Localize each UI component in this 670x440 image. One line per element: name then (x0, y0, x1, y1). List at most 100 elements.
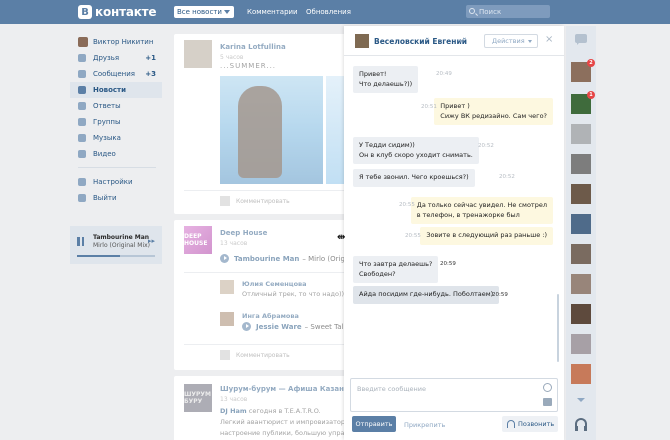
headset-icon[interactable] (575, 418, 587, 431)
actions-dropdown[interactable]: Действия (484, 34, 538, 48)
play-icon[interactable] (242, 322, 251, 331)
message-time: 20:52 (478, 143, 494, 149)
play-icon[interactable] (220, 254, 229, 263)
player-track-artist: Mirlo (Original Mix) (93, 242, 151, 249)
rail-avatar[interactable]: 2 (571, 59, 595, 82)
post-mention[interactable]: DJ Ham (220, 407, 247, 415)
rail-avatar[interactable] (571, 334, 591, 354)
comments-link[interactable]: Комментарии (247, 8, 298, 16)
rail-avatar[interactable] (571, 214, 591, 234)
emoji-icon[interactable] (543, 383, 552, 392)
sidebar-item-replies[interactable]: Ответы (70, 98, 162, 114)
audio-track[interactable]: Jessie Ware – Sweet Talk (242, 322, 348, 331)
rail-avatar[interactable] (571, 154, 591, 174)
sidebar-item-label: Музыка (93, 134, 121, 142)
search-input[interactable]: Поиск (466, 5, 550, 18)
vk-logo[interactable]: В контакте (78, 4, 157, 20)
comment-author[interactable]: Юлия Семенцова (242, 280, 307, 288)
close-icon[interactable]: × (545, 35, 553, 45)
chevron-down-icon (224, 10, 230, 14)
photo-icon[interactable] (543, 398, 552, 406)
post-author-avatar[interactable] (184, 40, 212, 68)
rail-avatar[interactable] (571, 274, 591, 294)
sidebar-item-music[interactable]: Музыка (70, 130, 162, 146)
comment-author[interactable]: Инга Абрамова (242, 312, 299, 320)
message-input-placeholder: Введите сообщение (357, 385, 426, 393)
message-input[interactable]: Введите сообщение (350, 378, 558, 412)
rail-avatar[interactable] (571, 364, 591, 384)
post-photo[interactable] (220, 76, 323, 184)
news-filter-dropdown[interactable]: Все новости (174, 6, 234, 18)
avatar (220, 350, 230, 360)
sidebar-item-friends[interactable]: Друзья +1 (70, 50, 162, 66)
news-filter-label: Все новости (177, 8, 222, 16)
rail-avatar[interactable] (571, 304, 591, 324)
sidebar-item-logout[interactable]: Выйти (70, 190, 162, 206)
post-author[interactable]: Шурум-бурум — Афиша Казани (220, 385, 349, 393)
photo-figure (238, 86, 282, 178)
avatar (78, 37, 88, 47)
message-time: 20:55 (399, 202, 415, 208)
avatar[interactable] (220, 280, 234, 294)
post-author[interactable]: Deep House (220, 229, 267, 237)
comment-label: Комментировать (236, 351, 290, 359)
post-author[interactable]: Karina Lotfullina (220, 43, 286, 51)
comment-row[interactable]: Комментировать (220, 196, 290, 206)
next-track-icon[interactable]: ▸▸ (148, 237, 155, 245)
news-feed: Karina Lotfullina 5 часов ...SUMMER... К… (174, 34, 385, 440)
sidebar-item-label: Видео (93, 150, 116, 158)
sidebar-item-profile[interactable]: Виктор Никитин (70, 34, 162, 50)
messages-icon (78, 70, 86, 78)
rail-avatar[interactable] (571, 184, 591, 204)
avatar[interactable] (220, 312, 234, 326)
sidebar-item-messages[interactable]: Сообщения +3 (70, 66, 162, 82)
sidebar-item-settings[interactable]: Настройки (70, 174, 162, 190)
chat-rail: 2 1 (566, 26, 596, 440)
rail-avatar[interactable] (571, 244, 591, 264)
comment-row[interactable]: Комментировать (220, 350, 290, 360)
sidebar-item-label: Друзья (93, 54, 120, 62)
chat-window: Веселовский Евгений Действия × Привет! Чт… (344, 26, 564, 440)
post-time: 5 часов (220, 54, 244, 61)
post-divider (184, 344, 346, 345)
player-progress-bar[interactable] (77, 255, 155, 257)
message-incoming: У Тедди сидим)) Он в клуб скоро уходит сн… (353, 137, 479, 164)
post-text-line: Легкий авантюрист и импровизатор, DJ (220, 418, 357, 426)
avatar[interactable] (355, 34, 369, 48)
pause-icon[interactable] (77, 237, 85, 246)
message-time: 20:59 (440, 261, 456, 267)
post-divider (184, 190, 346, 191)
left-sidebar: Виктор Никитин Друзья +1 Сообщения +3 Но… (70, 34, 162, 206)
post-text: ...SUMMER... (220, 62, 277, 70)
messages-icon[interactable] (575, 34, 587, 45)
post-author-avatar[interactable]: ШУРУМ БУРУ (184, 384, 212, 412)
message-time: 20:55 (405, 233, 421, 239)
chat-contact-name[interactable]: Веселовский Евгений (374, 37, 467, 46)
send-button[interactable]: Отправить (352, 416, 396, 432)
sidebar-item-news[interactable]: Новости (70, 82, 162, 98)
call-button[interactable]: Позвонить (502, 416, 558, 432)
chevron-down-icon[interactable] (577, 398, 585, 402)
feed-post: ШУРУМ БУРУ Шурум-бурум — Афиша Казани 13… (174, 376, 385, 440)
message-incoming: Что завтра делаешь? Свободен? (353, 256, 439, 283)
chevron-down-icon[interactable] (459, 40, 463, 43)
avatar (220, 196, 230, 206)
sidebar-item-label: Виктор Никитин (93, 38, 154, 46)
groups-icon (78, 118, 86, 126)
track-title: – Sweet Talk (304, 322, 348, 331)
attach-link[interactable]: Прикрепить (404, 421, 445, 429)
sidebar-item-video[interactable]: Видео (70, 146, 162, 162)
chat-scrollbar[interactable] (557, 294, 559, 362)
top-bar: В контакте Все новости Комментарии Обнов… (0, 0, 670, 24)
sidebar-item-groups[interactable]: Группы (70, 114, 162, 130)
rail-avatar[interactable] (571, 124, 591, 144)
post-divider (184, 272, 346, 273)
post-photo-2[interactable] (326, 76, 346, 184)
message-time: 20:52 (499, 174, 515, 180)
feed-post: DEEP HOUSE Deep House 13 часов Tambourin… (174, 220, 375, 370)
updates-link[interactable]: Обновления (306, 8, 351, 16)
track-artist: Tambourine Man (234, 254, 300, 263)
message-outgoing: Да только сейчас увидел. Не смотрел в тел… (410, 197, 553, 224)
rail-avatar[interactable]: 1 (571, 91, 595, 114)
post-author-avatar[interactable]: DEEP HOUSE (184, 226, 212, 254)
